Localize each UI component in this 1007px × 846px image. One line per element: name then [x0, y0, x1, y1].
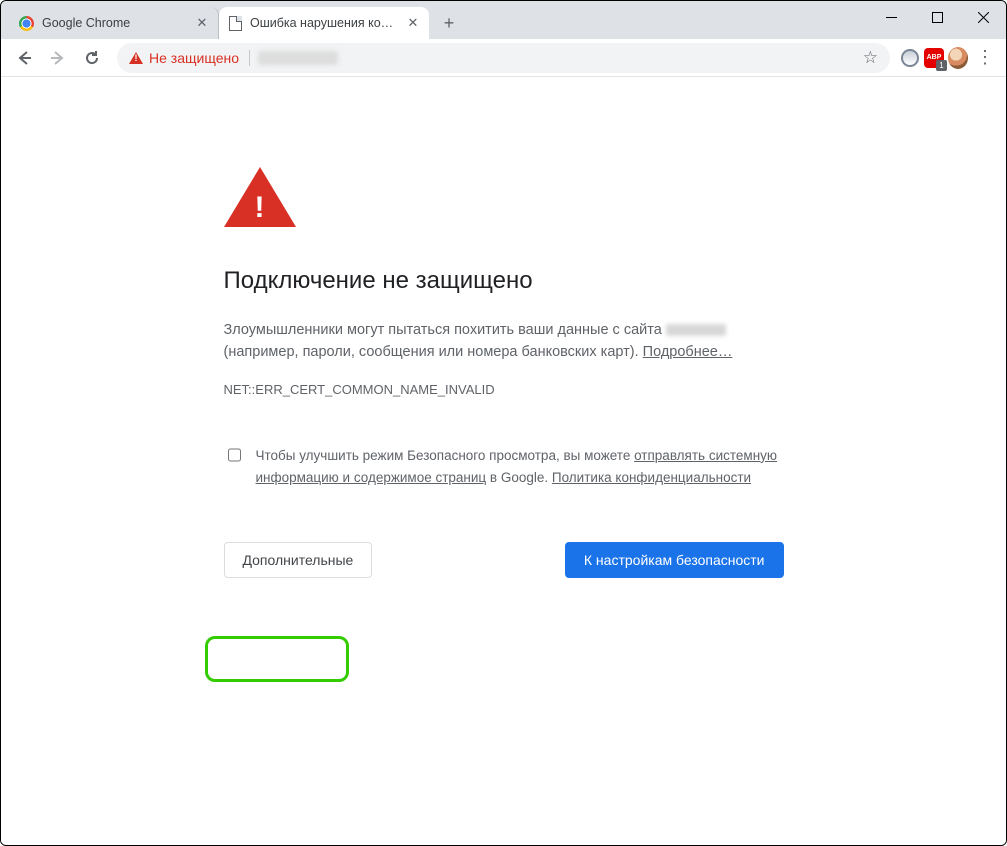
address-bar[interactable]: Не защищено ☆ — [117, 43, 890, 73]
chrome-icon — [19, 16, 34, 31]
page-title: Подключение не защищено — [224, 267, 784, 295]
back-button[interactable] — [9, 43, 39, 73]
adblock-plus-extension-icon[interactable] — [924, 48, 944, 68]
chrome-menu-button[interactable]: ⋮ — [972, 47, 998, 68]
button-label: Дополнительные — [243, 552, 354, 568]
advanced-button[interactable]: Дополнительные — [224, 542, 373, 578]
minimize-button[interactable] — [868, 1, 914, 33]
back-to-safety-button[interactable]: К настройкам безопасности — [565, 542, 784, 578]
site-name-obscured — [666, 324, 726, 336]
tab-strip: Google Chrome ✕ Ошибка нарушения конфиде… — [1, 1, 1006, 39]
button-row: Дополнительные К настройкам безопасности — [224, 542, 784, 578]
forward-button[interactable] — [43, 43, 73, 73]
ssl-error-interstitial: Подключение не защищено Злоумышленники м… — [224, 167, 784, 578]
new-tab-button[interactable]: + — [435, 9, 463, 37]
arrow-right-icon — [49, 49, 67, 67]
warning-triangle-large-icon — [224, 167, 296, 227]
maximize-icon — [932, 12, 943, 23]
arrow-left-icon — [15, 49, 33, 67]
error-code: NET::ERR_CERT_COMMON_NAME_INVALID — [224, 382, 784, 397]
button-label: К настройкам безопасности — [584, 552, 765, 568]
browser-window: Google Chrome ✕ Ошибка нарушения конфиде… — [0, 0, 1007, 846]
tab-privacy-error[interactable]: Ошибка нарушения конфиденц ✕ — [219, 7, 429, 39]
reload-icon — [83, 49, 101, 67]
minimize-icon — [886, 12, 897, 23]
url-text-obscured — [258, 51, 338, 65]
learn-more-link[interactable]: Подробнее… — [643, 344, 733, 360]
profile-avatar[interactable] — [948, 48, 968, 68]
page-content: Подключение не защищено Злоумышленники м… — [1, 77, 1006, 845]
not-secure-chip[interactable]: Не защищено — [129, 50, 250, 66]
desc-text: Злоумышленники могут пытаться похитить в… — [224, 322, 666, 338]
maximize-button[interactable] — [914, 1, 960, 33]
abp-icon — [924, 48, 944, 68]
optin-checkbox[interactable] — [228, 447, 241, 463]
bookmark-star-icon[interactable]: ☆ — [863, 48, 878, 68]
tab-google-chrome[interactable]: Google Chrome ✕ — [9, 7, 219, 39]
toolbar: Не защищено ☆ ⋮ — [1, 39, 1006, 77]
privacy-policy-link[interactable]: Политика конфиденциальности — [552, 470, 751, 485]
document-icon — [229, 16, 242, 31]
desc-text: (например, пароли, сообщения или номера … — [224, 344, 643, 360]
tab-label: Google Chrome — [42, 16, 186, 30]
yandex-extension-icon[interactable] — [900, 48, 920, 68]
close-tab-icon[interactable]: ✕ — [405, 15, 421, 31]
not-secure-label: Не защищено — [149, 50, 239, 66]
error-description: Злоумышленники могут пытаться похитить в… — [224, 319, 784, 364]
safe-browsing-optin: Чтобы улучшить режим Безопасного просмот… — [224, 445, 784, 488]
warning-triangle-icon — [129, 52, 143, 64]
close-window-button[interactable] — [960, 1, 1006, 33]
reload-button[interactable] — [77, 43, 107, 73]
optin-text: Чтобы улучшить режим Безопасного просмот… — [256, 448, 635, 463]
optin-text: в Google. — [490, 470, 552, 485]
window-controls — [868, 1, 1006, 39]
close-tab-icon[interactable]: ✕ — [194, 15, 210, 31]
close-icon — [978, 12, 989, 23]
tab-label: Ошибка нарушения конфиденц — [250, 16, 397, 30]
